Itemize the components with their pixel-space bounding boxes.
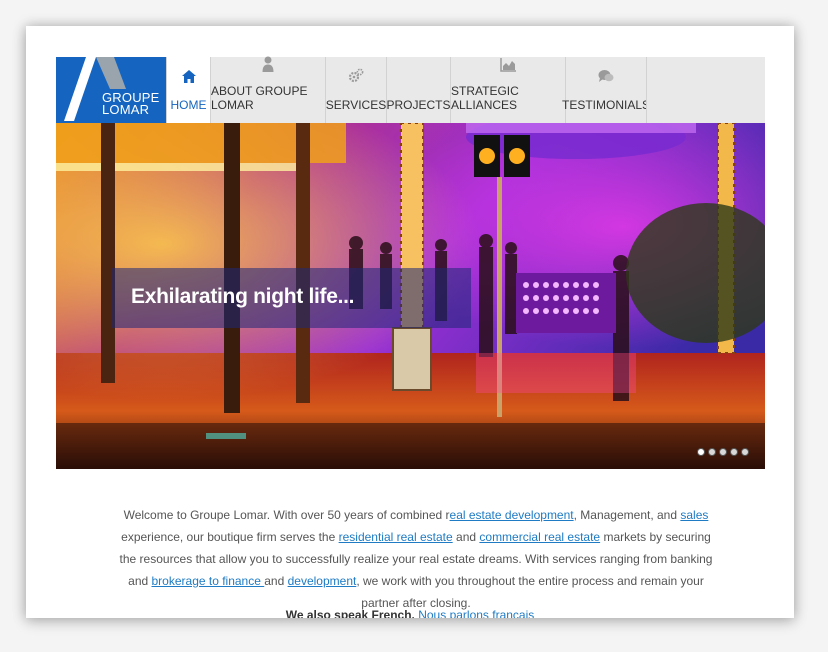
- chat-bubbles-icon: [598, 66, 614, 86]
- nav-services[interactable]: SERVICES: [325, 57, 386, 123]
- nav-projects[interactable]: PROJECTS: [386, 57, 451, 123]
- nav-about-label: ABOUT GROUPE LOMAR: [211, 84, 308, 112]
- link-residential-real-estate[interactable]: residential real estate: [339, 530, 453, 544]
- bar-chart-icon: [500, 57, 516, 72]
- slider-dot[interactable]: [708, 448, 716, 456]
- nav-about[interactable]: ABOUT GROUPE LOMAR: [210, 56, 325, 123]
- nav-testimonials-label: TESTIMONIALS: [562, 98, 651, 112]
- nav-services-label: SERVICES: [325, 98, 387, 112]
- nav-projects-label: PROJECTS: [386, 98, 451, 112]
- home-icon: [181, 66, 196, 86]
- intro-text: , Management, and: [573, 508, 681, 522]
- slider-dot[interactable]: [741, 448, 749, 456]
- nav-home-label: HOME: [170, 98, 207, 112]
- person-icon: [262, 56, 274, 72]
- link-nous-parlons-francais[interactable]: Nous parlons français: [418, 608, 534, 618]
- hero-slider[interactable]: Exhilarating night life...: [56, 123, 765, 469]
- intro-text: and: [452, 530, 480, 544]
- intro-text: experience, our boutique firm serves the: [121, 530, 339, 544]
- gears-icon: [348, 66, 364, 86]
- link-development[interactable]: development: [288, 574, 357, 588]
- link-real-estate-development[interactable]: eal estate development: [450, 508, 574, 522]
- intro-text: and: [264, 574, 288, 588]
- logo-text: GROUPE LOMAR: [102, 91, 160, 117]
- french-note: We also speak French. Nous parlons franç…: [26, 608, 794, 618]
- nav-testimonials[interactable]: TESTIMONIALS: [562, 57, 650, 123]
- slider-dot[interactable]: [719, 448, 727, 456]
- main-nav: GROUPE LOMAR HOME ABOUT GROUPE LOMAR SER…: [56, 56, 765, 123]
- hero-caption: Exhilarating night life...: [111, 268, 471, 328]
- slider-pager: [697, 448, 749, 456]
- slider-dot[interactable]: [730, 448, 738, 456]
- slider-dot[interactable]: [697, 448, 705, 456]
- link-brokerage-to-finance[interactable]: brokerage to finance: [152, 574, 265, 588]
- hero-caption-text: Exhilarating night life...: [131, 285, 355, 308]
- nav-strategic-alliances[interactable]: STRATEGIC ALLIANCES: [450, 57, 565, 123]
- french-note-bold: We also speak French.: [285, 608, 415, 618]
- link-sales[interactable]: sales: [680, 508, 708, 522]
- link-commercial-real-estate[interactable]: commercial real estate: [479, 530, 600, 544]
- intro-text: Welcome to Groupe Lomar. With over 50 ye…: [123, 508, 450, 522]
- nav-strategic-alliances-label: STRATEGIC ALLIANCES: [451, 84, 519, 112]
- nav-filler: [646, 57, 765, 123]
- page-card: GROUPE LOMAR HOME ABOUT GROUPE LOMAR SER…: [26, 26, 794, 618]
- logo-line-2: LOMAR: [102, 102, 150, 117]
- logo[interactable]: GROUPE LOMAR: [56, 57, 166, 123]
- intro-paragraph: Welcome to Groupe Lomar. With over 50 ye…: [116, 504, 716, 614]
- intro-text: , we work with you throughout the entire…: [356, 574, 704, 610]
- nav-home[interactable]: HOME: [166, 57, 210, 123]
